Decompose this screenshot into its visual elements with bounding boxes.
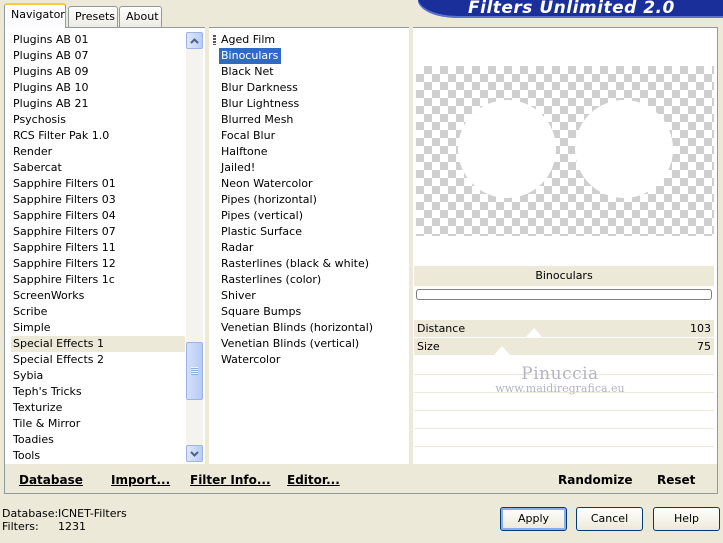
tab-navigator[interactable]: Navigator: [4, 3, 66, 28]
list-item[interactable]: Neon Watercolor: [219, 176, 405, 192]
list-item[interactable]: Sybia: [11, 368, 185, 384]
list-item[interactable]: Focal Blur: [219, 128, 405, 144]
list-item[interactable]: Sabercat: [11, 160, 185, 176]
cancel-button[interactable]: Cancel: [576, 507, 643, 531]
list-item[interactable]: Sapphire Filters 12: [11, 256, 185, 272]
list-item[interactable]: Toadies: [11, 432, 185, 448]
list-item-selected[interactable]: Binoculars: [219, 48, 282, 64]
filter-name-label: Binoculars: [414, 266, 714, 286]
param-empty-row: [414, 393, 714, 411]
watermark-url: www.maidiregrafica.eu: [495, 382, 625, 395]
list-item[interactable]: Scribe: [11, 304, 185, 320]
panel-divider-1: [205, 27, 209, 464]
list-item[interactable]: Special Effects 2: [11, 352, 185, 368]
scroll-up-button[interactable]: [186, 32, 203, 49]
import-button[interactable]: Import...: [111, 473, 170, 487]
param-size[interactable]: Size 75: [414, 338, 714, 356]
list-item[interactable]: Psychosis: [11, 112, 185, 128]
list-item[interactable]: Plugins AB 07: [11, 48, 185, 64]
watermark-name: Pinuccia: [521, 364, 599, 384]
randomize-button[interactable]: Randomize: [558, 473, 632, 487]
param-value: 75: [697, 340, 711, 353]
list-item[interactable]: Sapphire Filters 11: [11, 240, 185, 256]
list-item[interactable]: Venetian Blinds (horizontal): [219, 320, 405, 336]
list-item[interactable]: Tile & Mirror: [11, 416, 185, 432]
tab-presets[interactable]: Presets: [68, 6, 118, 27]
param-empty-row: [414, 429, 714, 447]
param-label: Distance: [417, 322, 466, 335]
reset-button[interactable]: Reset: [657, 473, 695, 487]
list-item[interactable]: Sapphire Filters 1c: [11, 272, 185, 288]
list-item[interactable]: Tools: [11, 448, 185, 464]
status-filters: Filters: 1231: [2, 520, 86, 533]
list-item[interactable]: Square Bumps: [219, 304, 405, 320]
list-item[interactable]: Pipes (vertical): [219, 208, 405, 224]
list-item[interactable]: Rasterlines (black & white): [219, 256, 405, 272]
list-item[interactable]: Texturize: [11, 400, 185, 416]
list-item[interactable]: Blur Darkness: [219, 80, 405, 96]
tab-about[interactable]: About: [119, 6, 162, 27]
list-item[interactable]: Blur Lightness: [219, 96, 405, 112]
list-item[interactable]: Plugins AB 09: [11, 64, 185, 80]
list-item[interactable]: Sapphire Filters 01: [11, 176, 185, 192]
scroll-down-button[interactable]: [186, 445, 203, 462]
list-item[interactable]: Halftone: [219, 144, 405, 160]
slider-marker-icon[interactable]: [494, 346, 510, 355]
slider-marker-icon[interactable]: [526, 328, 542, 337]
list-item[interactable]: Teph's Tricks: [11, 384, 185, 400]
help-button[interactable]: Help: [653, 507, 720, 531]
list-item[interactable]: Sapphire Filters 03: [11, 192, 185, 208]
scroll-thumb[interactable]: [186, 342, 203, 400]
editor-button[interactable]: Editor...: [287, 473, 340, 487]
list-item[interactable]: Radar: [219, 240, 405, 256]
chevron-down-icon: [190, 450, 199, 457]
param-value: 103: [690, 322, 711, 335]
filter-list[interactable]: Aged Film Binoculars Black Net Blur Darknes…: [219, 32, 405, 368]
progress-bar: [416, 289, 712, 300]
param-empty-row: [414, 447, 714, 465]
list-item[interactable]: Plastic Surface: [219, 224, 405, 240]
list-item[interactable]: Plugins AB 21: [11, 96, 185, 112]
category-scrollbar[interactable]: [186, 32, 203, 462]
list-item[interactable]: Plugins AB 10: [11, 80, 185, 96]
param-empty-row: [414, 411, 714, 429]
list-item-selected[interactable]: Special Effects 1: [11, 336, 185, 352]
list-item[interactable]: Watercolor: [219, 352, 405, 368]
list-item[interactable]: Rasterlines (color): [219, 272, 405, 288]
category-list[interactable]: Plugins AB 01 Plugins AB 07 Plugins AB 09 P…: [11, 32, 185, 464]
filter-info-button[interactable]: Filter Info...: [190, 473, 271, 487]
chevron-up-icon: [190, 37, 199, 44]
filter-list-marker-icon: [213, 35, 216, 45]
list-item[interactable]: Black Net: [219, 64, 405, 80]
list-item[interactable]: Sapphire Filters 04: [11, 208, 185, 224]
preview-lens-right: [575, 100, 673, 198]
param-distance[interactable]: Distance 103: [414, 320, 714, 338]
param-label: Size: [417, 340, 440, 353]
status-database: Database:ICNET-Filters: [2, 507, 127, 520]
banner-title: Filters Unlimited 2.0: [468, 0, 675, 18]
watermark: Pinuccia www.maidiregrafica.eu: [480, 364, 640, 395]
list-item[interactable]: Blurred Mesh: [219, 112, 405, 128]
list-item[interactable]: Aged Film: [219, 32, 405, 48]
list-item[interactable]: Venetian Blinds (vertical): [219, 336, 405, 352]
list-item[interactable]: Shiver: [219, 288, 405, 304]
list-item[interactable]: Jailed!: [219, 160, 405, 176]
list-item[interactable]: Simple: [11, 320, 185, 336]
list-item[interactable]: RCS Filter Pak 1.0: [11, 128, 185, 144]
panel-divider-2: [409, 27, 413, 464]
apply-button[interactable]: Apply: [500, 507, 567, 531]
preview-lens-left: [458, 100, 556, 198]
list-item[interactable]: Pipes (horizontal): [219, 192, 405, 208]
database-button[interactable]: Database: [19, 473, 83, 487]
list-item[interactable]: ScreenWorks: [11, 288, 185, 304]
list-item[interactable]: Plugins AB 01: [11, 32, 185, 48]
list-item[interactable]: Sapphire Filters 07: [11, 224, 185, 240]
list-item[interactable]: Render: [11, 144, 185, 160]
